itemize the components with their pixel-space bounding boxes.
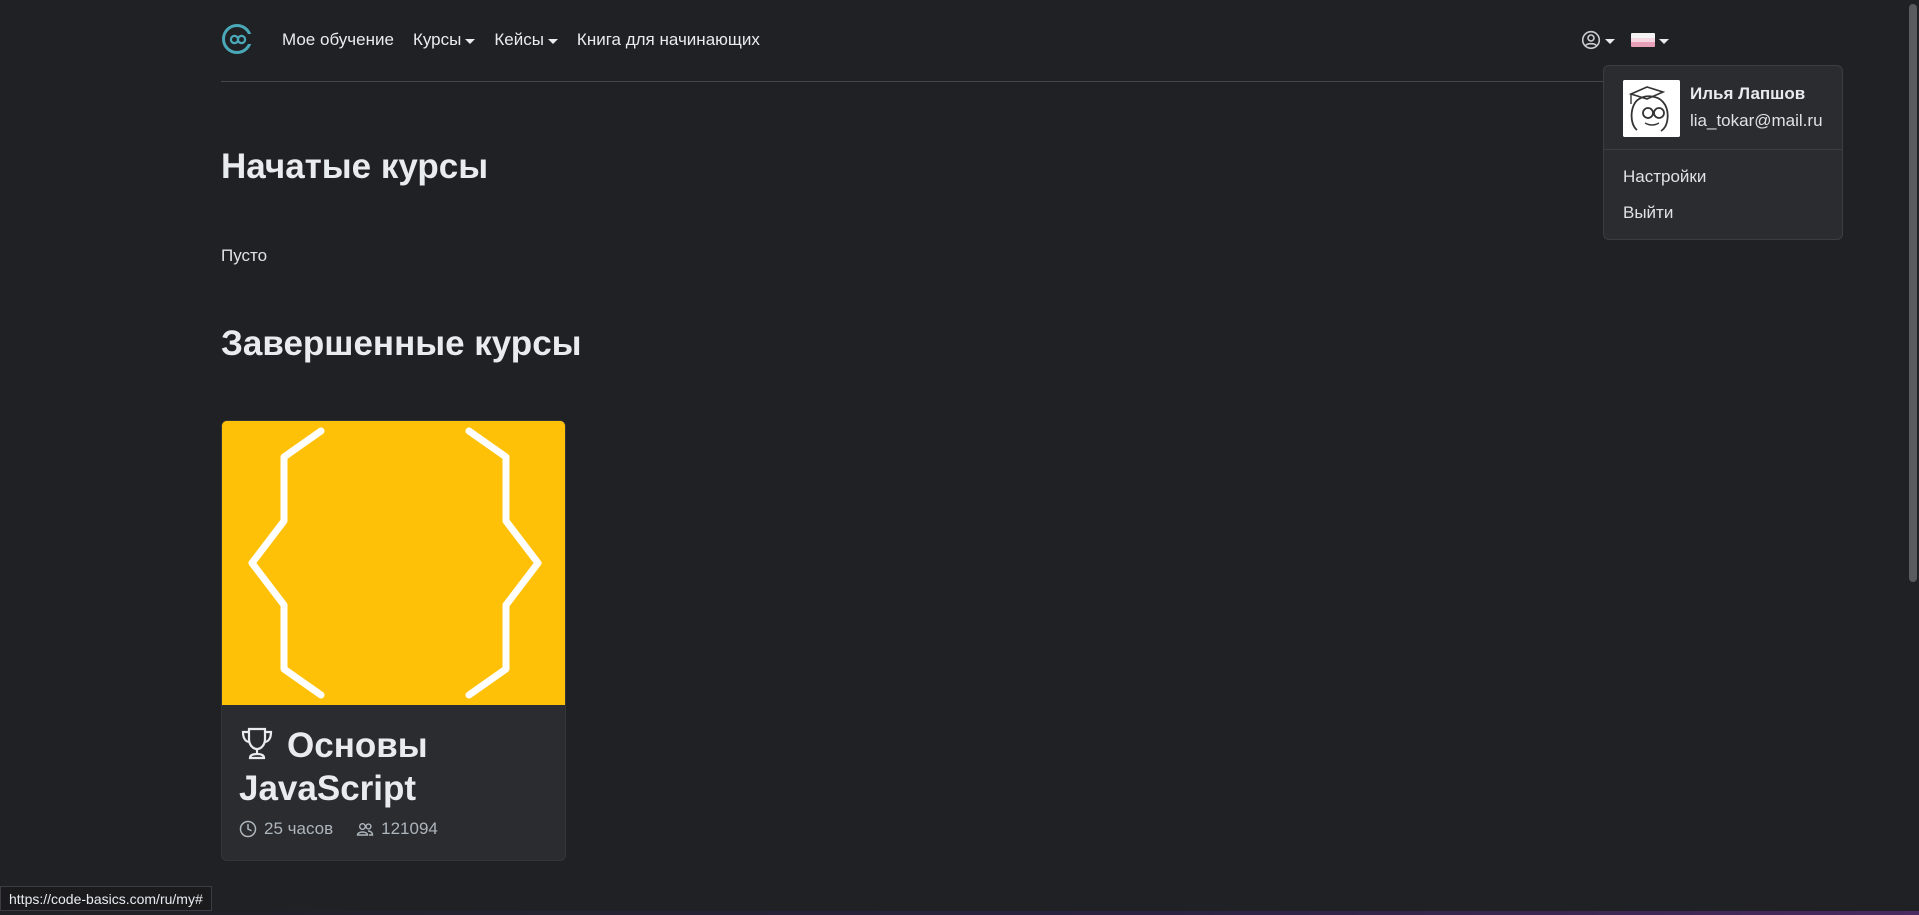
navbar: Мое обучение Курсы Кейсы Книга для начин… <box>221 0 1681 82</box>
caret-down-icon <box>547 38 558 44</box>
clock-icon <box>239 820 257 838</box>
page-container: Мое обучение Курсы Кейсы Книга для начин… <box>221 0 1843 915</box>
main-nav: Мое обучение Курсы Кейсы Книга для начин… <box>282 30 779 50</box>
nav-courses-label: Курсы <box>412 30 462 49</box>
started-courses-heading: Начатые курсы <box>221 147 489 186</box>
user-dropdown-menu: Илья Лапшов lia_tokar@mail.ru Настройки … <box>1603 65 1843 240</box>
nav-beginners-book-label: Книга для начинающих <box>576 30 760 49</box>
russian-flag-icon <box>1631 33 1655 47</box>
nav-cases-dropdown[interactable]: Кейсы <box>494 30 558 50</box>
user-email: lia_tokar@mail.ru <box>1690 111 1823 130</box>
caret-down-icon <box>465 38 476 44</box>
caret-down-icon <box>1659 38 1669 44</box>
trophy-icon <box>241 727 273 760</box>
scrollbar-thumb[interactable] <box>1909 4 1917 582</box>
course-card[interactable]: Основы JavaScript 25 часов 121094 <box>221 420 566 861</box>
bottom-accent-line <box>0 911 1919 915</box>
course-image-curly-braces-icon <box>222 421 565 705</box>
logout-menu-item[interactable]: Выйти <box>1623 203 1673 223</box>
course-duration: 25 часов <box>264 819 334 838</box>
dropdown-divider <box>1604 149 1842 150</box>
page-scrollbar[interactable] <box>1907 0 1919 915</box>
logo-icon[interactable] <box>221 23 253 55</box>
user-circle-icon <box>1581 30 1601 50</box>
nav-my-learning[interactable]: Мое обучение <box>282 30 394 50</box>
course-title[interactable]: Основы JavaScript <box>239 724 559 810</box>
avatar <box>1623 80 1680 137</box>
course-meta: 25 часов 121094 <box>239 819 438 839</box>
browser-status-url: https://code-basics.com/ru/my# <box>0 886 212 911</box>
user-menu-toggle[interactable] <box>1581 30 1615 50</box>
settings-menu-item[interactable]: Настройки <box>1623 167 1706 187</box>
language-toggle[interactable] <box>1631 33 1669 47</box>
nav-my-learning-label: Мое обучение <box>282 30 394 49</box>
people-icon <box>356 823 374 836</box>
started-courses-empty-text: Пусто <box>221 246 268 265</box>
course-students-count: 121094 <box>381 819 438 838</box>
caret-down-icon <box>1605 38 1615 44</box>
nav-beginners-book[interactable]: Книга для начинающих <box>577 30 760 50</box>
nav-courses-dropdown[interactable]: Курсы <box>412 30 476 50</box>
nav-cases-label: Кейсы <box>494 30 544 49</box>
user-name: Илья Лапшов <box>1690 84 1806 103</box>
completed-courses-heading: Завершенные курсы <box>221 324 582 363</box>
